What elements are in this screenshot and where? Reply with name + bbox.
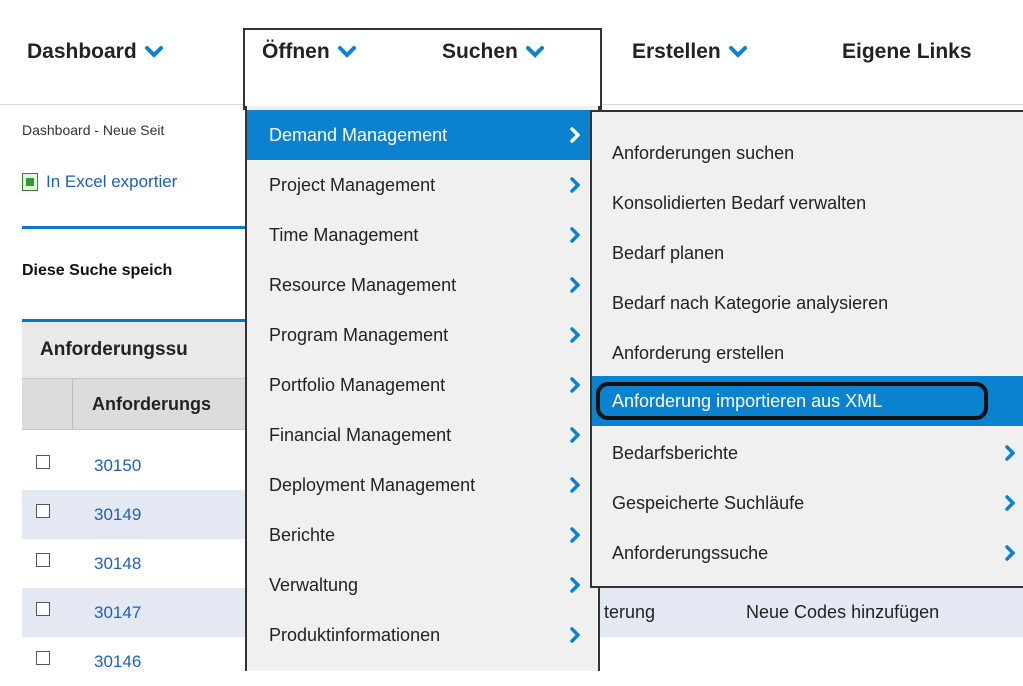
top-navigation-bar: Dashboard Öffnen Suchen Erstellen Eigene…	[0, 0, 1023, 110]
submenu-item-label: Anforderung erstellen	[612, 342, 785, 363]
submenu-item-konsolidierten-bedarf[interactable]: Konsolidierten Bedarf verwalten	[592, 178, 1023, 228]
request-id-link[interactable]: 30148	[94, 539, 141, 588]
submenu-item-bedarf-planen[interactable]: Bedarf planen	[592, 228, 1023, 278]
results-grid-header: Anforderungs	[22, 378, 252, 430]
chevron-right-icon	[1005, 445, 1015, 461]
chevron-right-icon	[570, 527, 580, 543]
row-checkbox[interactable]	[36, 455, 50, 469]
menu-item-resource-management[interactable]: Resource Management	[247, 260, 598, 310]
chevron-down-icon	[728, 46, 747, 58]
menu-item-program-management[interactable]: Program Management	[247, 310, 598, 360]
nav-erstellen[interactable]: Erstellen	[632, 0, 747, 104]
demand-management-submenu: Anforderungen suchen Konsolidierten Beda…	[590, 110, 1023, 588]
chevron-right-icon	[570, 227, 580, 243]
submenu-item-label: Gespeicherte Suchläufe	[612, 492, 805, 513]
menu-item-label: Project Management	[269, 174, 436, 195]
excel-icon	[22, 173, 38, 191]
submenu-item-gespeicherte-suchlaeufe[interactable]: Gespeicherte Suchläufe	[592, 478, 1023, 528]
row-checkbox[interactable]	[36, 602, 50, 616]
submenu-item-anforderung-importieren-xml[interactable]: Anforderung importieren aus XML	[592, 376, 1023, 426]
chevron-right-icon	[570, 277, 580, 293]
chevron-right-icon	[570, 627, 580, 643]
menu-item-label: Produktinformationen	[269, 624, 441, 645]
request-id-link[interactable]: 30150	[94, 441, 141, 490]
chevron-right-icon	[570, 577, 580, 593]
menu-item-financial-management[interactable]: Financial Management	[247, 410, 598, 460]
chevron-down-icon	[337, 46, 356, 58]
submenu-item-label: Anforderungssuche	[612, 542, 769, 563]
menu-item-portfolio-management[interactable]: Portfolio Management	[247, 360, 598, 410]
nav-suchen-label: Suchen	[442, 40, 518, 63]
menu-item-demand-management[interactable]: Demand Management	[247, 110, 598, 160]
row-checkbox[interactable]	[36, 504, 50, 518]
menu-item-label: Verwaltung	[269, 574, 359, 595]
nav-eigene-links-label: Eigene Links	[842, 40, 972, 63]
excel-export-link[interactable]: In Excel exportier	[22, 172, 177, 192]
menu-item-label: Demand Management	[269, 124, 448, 145]
chevron-right-icon	[570, 377, 580, 393]
submenu-item-label: Konsolidierten Bedarf verwalten	[612, 192, 867, 213]
column-separator	[72, 379, 73, 429]
nav-oeffnen-label: Öffnen	[262, 40, 330, 63]
row-checkbox[interactable]	[36, 553, 50, 567]
results-grid-title: Anforderungssu	[22, 322, 252, 378]
submenu-item-anforderungssuche[interactable]: Anforderungssuche	[592, 528, 1023, 578]
nav-erstellen-label: Erstellen	[632, 40, 721, 63]
chevron-down-icon	[525, 46, 544, 58]
column-header-anforderung[interactable]: Anforderungs	[92, 379, 211, 429]
menu-item-label: Deployment Management	[269, 474, 476, 495]
nav-suchen[interactable]: Suchen	[442, 0, 544, 104]
request-id-link[interactable]: 30146	[94, 637, 141, 686]
menu-item-label: Financial Management	[269, 424, 452, 445]
submenu-item-label: Bedarf nach Kategorie analysieren	[612, 292, 889, 313]
row-cell-action: Neue Codes hinzufügen	[746, 602, 940, 622]
submenu-item-label: Bedarf planen	[612, 242, 725, 263]
menu-item-label: Time Management	[269, 224, 419, 245]
breadcrumb[interactable]: Dashboard - Neue Seit	[22, 122, 164, 138]
submenu-item-label: Anforderung importieren aus XML	[612, 390, 883, 411]
row-cell-description: terung	[604, 602, 656, 622]
chevron-right-icon	[570, 427, 580, 443]
menu-item-project-management[interactable]: Project Management	[247, 160, 598, 210]
menu-item-label: Portfolio Management	[269, 374, 446, 395]
menu-item-time-management[interactable]: Time Management	[247, 210, 598, 260]
menu-item-label: Berichte	[269, 524, 336, 545]
submenu-item-anforderungen-suchen[interactable]: Anforderungen suchen	[592, 128, 1023, 178]
menu-item-label: Resource Management	[269, 274, 457, 295]
open-dropdown-menu: Demand Management Project Management Tim…	[245, 106, 600, 671]
submenu-item-bedarfsberichte[interactable]: Bedarfsberichte	[592, 428, 1023, 478]
submenu-item-label: Anforderungen suchen	[612, 142, 795, 163]
request-id-link[interactable]: 30147	[94, 588, 141, 637]
chevron-right-icon	[1005, 545, 1015, 561]
chevron-right-icon	[1005, 495, 1015, 511]
nav-oeffnen[interactable]: Öffnen	[262, 0, 356, 104]
menu-item-deployment-management[interactable]: Deployment Management	[247, 460, 598, 510]
results-grid-title-text: Anforderungssu	[40, 339, 188, 360]
nav-dashboard-label: Dashboard	[27, 40, 137, 63]
menu-item-verwaltung[interactable]: Verwaltung	[247, 560, 598, 610]
chevron-right-icon	[570, 327, 580, 343]
nav-eigene-links[interactable]: Eigene Links	[842, 0, 972, 104]
section-divider	[22, 226, 252, 229]
submenu-item-anforderung-erstellen[interactable]: Anforderung erstellen	[592, 328, 1023, 378]
save-search-heading: Diese Suche speich	[22, 262, 173, 279]
chevron-down-icon	[144, 46, 163, 58]
submenu-item-label: Bedarfsberichte	[612, 442, 739, 463]
submenu-item-bedarf-analysieren[interactable]: Bedarf nach Kategorie analysieren	[592, 278, 1023, 328]
row-checkbox[interactable]	[36, 651, 50, 665]
chevron-right-icon	[570, 477, 580, 493]
menu-item-produktinformationen[interactable]: Produktinformationen	[247, 610, 598, 660]
menu-item-label: Program Management	[269, 324, 449, 345]
chevron-right-icon	[570, 177, 580, 193]
nav-dashboard[interactable]: Dashboard	[27, 0, 163, 104]
request-id-link[interactable]: 30149	[94, 490, 141, 539]
excel-export-label: In Excel exportier	[46, 172, 178, 191]
menu-item-berichte[interactable]: Berichte	[247, 510, 598, 560]
chevron-right-icon	[570, 127, 580, 143]
